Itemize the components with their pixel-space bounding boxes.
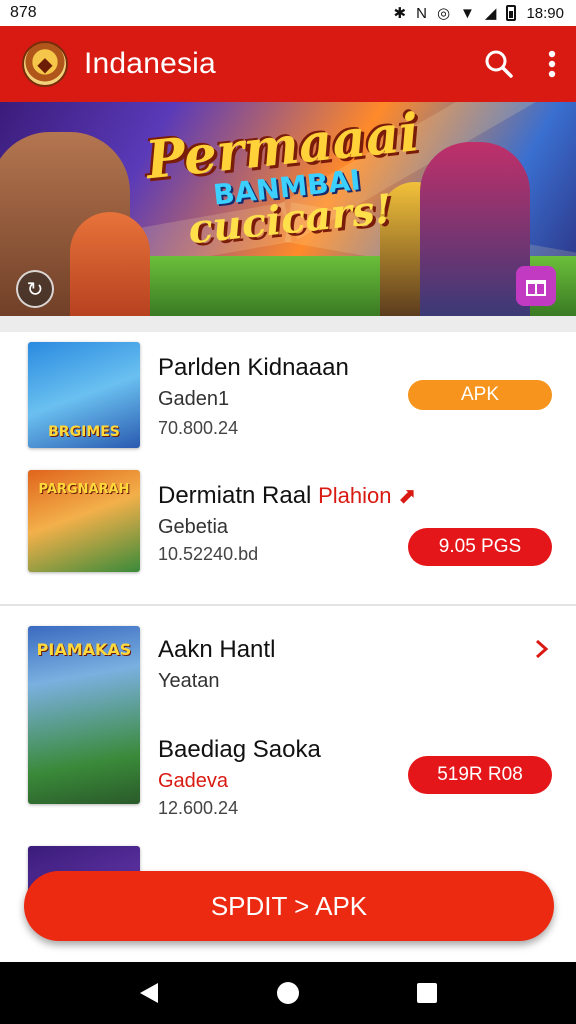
app-developer-secondary: Gadeva [158,770,229,792]
download-apk-button[interactable]: SPDIT > APK [24,871,554,941]
signal-icon: ◢ [484,5,497,22]
app-bar-actions [484,49,556,79]
section-divider [0,316,576,332]
recents-icon[interactable] [407,973,447,1013]
banner-hero-right [420,142,530,316]
search-icon[interactable] [484,49,514,79]
promo-banner[interactable]: Permaaai BANMBAI cucicars! [0,102,576,316]
app-meta: 12.600.24 [158,798,239,818]
battery-icon [506,5,517,21]
vibrate-icon: ◎ [436,5,451,22]
app-name: Aakn Hantl [158,636,276,663]
apk-button[interactable]: APK [408,380,552,410]
bluetooth-icon: ✱ [393,5,407,22]
system-nav-bar [0,962,576,1024]
price-button[interactable]: 519R R08 [408,756,552,794]
app-tag: Plahion [318,483,392,508]
app-thumbnail[interactable]: PARGNARAH [28,470,140,572]
price-button[interactable]: 9.05 PGS [408,528,552,566]
status-clock: 18:90 [526,4,564,22]
app-bar: ◆ Indanesia [0,26,576,102]
app-name-secondary: Baediag Saoka [158,736,321,763]
chevron-right-icon[interactable] [534,638,550,665]
app-thumbnail[interactable]: PIAMAKAS [28,626,140,804]
tag-arrow-icon: ⬈ [398,483,417,508]
app-meta: 70.800.24 [158,418,239,438]
app-meta: 10.52240.bd [158,544,259,564]
list-item[interactable]: BRGIMES Parlden Kidnaaan Gaden1 70.800.2… [0,332,576,602]
gift-icon[interactable] [516,266,556,306]
app-thumbnail[interactable]: BRGIMES [28,342,140,448]
app-name: Parlden Kidnaaan [158,354,349,381]
status-icons: ✱ N ◎ ▼ ◢ 18:90 [393,4,564,23]
banner-hero-girl [70,212,150,316]
app-title: Indanesia [84,47,216,80]
overflow-menu-icon[interactable] [548,50,556,78]
app-developer: Yeatan [158,670,220,692]
app-name: Dermiatn Raal Plahion ⬈ [158,482,417,509]
wifi-icon: ▼ [460,4,475,22]
status-bar: 878 ✱ N ◎ ▼ ◢ 18:90 [0,0,576,26]
home-icon[interactable] [268,973,308,1013]
app-developer: Gebetia [158,516,229,538]
refresh-icon[interactable]: ↻ [16,270,54,308]
app-developer: Gaden1 [158,388,230,410]
status-time-left: 878 [10,4,37,21]
list-item[interactable]: PIAMAKAS Aakn Hantl Yeatan Baediag Saoka… [0,606,576,846]
nfc-icon: N [416,4,427,22]
back-icon[interactable] [129,973,169,1013]
app-logo-icon[interactable]: ◆ [22,41,68,87]
